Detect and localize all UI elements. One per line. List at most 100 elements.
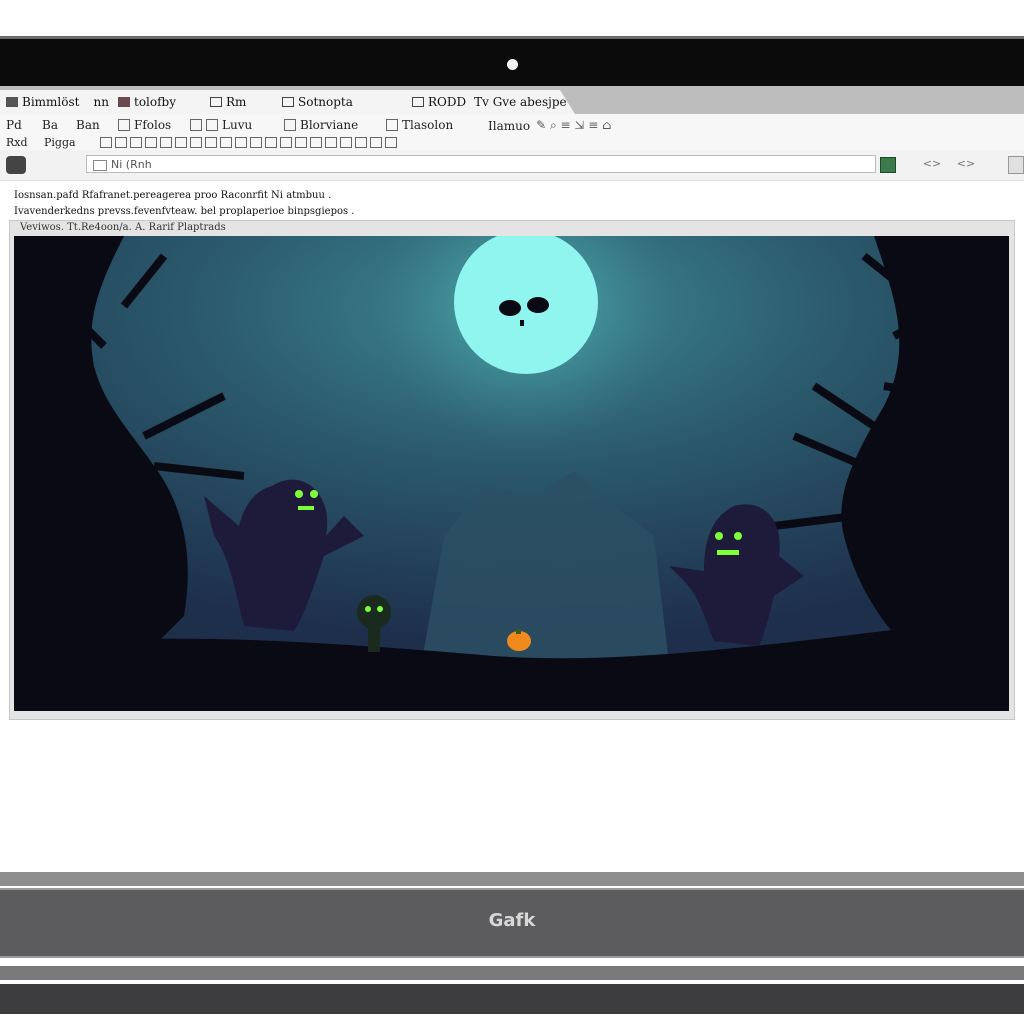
menu-item[interactable]: Ffolos [118, 118, 171, 132]
toolbar-button[interactable]: Pigga [44, 136, 76, 149]
tab-1[interactable]: Bimmlöst nn [6, 93, 109, 111]
tab-strip: Bimmlöst nn tolofby Rm Sotnopta RODD Tv … [0, 86, 1024, 114]
ghoul-mouth [298, 506, 314, 510]
menu-item[interactable]: Luvu [190, 118, 252, 132]
address-bar: Ni (Rnh <> <> [0, 150, 1024, 181]
toolbar-icon [325, 137, 337, 148]
moon [454, 236, 598, 374]
save-icon[interactable] [880, 157, 896, 173]
base-edge [0, 966, 1024, 980]
brand-logo: Gafk [488, 910, 536, 931]
menu-item-label: Blorviane [300, 118, 359, 132]
toolbar-icon [280, 137, 292, 148]
ghoul-eye [295, 490, 303, 498]
nav-arrows-icon[interactable]: <> [954, 158, 978, 170]
tab-favicon-icon [282, 97, 294, 107]
toolbar-icon [250, 137, 262, 148]
small-ghoul-body [368, 628, 380, 652]
menu-item-label: Luvu [222, 118, 253, 132]
toolbar-icon [310, 137, 322, 148]
game-scene-image[interactable] [14, 236, 1009, 711]
toolbar-icon [355, 137, 367, 148]
webcam-icon [507, 59, 518, 70]
toolbar-icon [370, 137, 382, 148]
toolbar-icon [145, 137, 157, 148]
tab-label: Sotnopta [298, 95, 353, 109]
ghoul-eye [734, 532, 742, 540]
menu-item[interactable]: Ban [76, 118, 100, 132]
url-input[interactable]: Ni (Rnh [86, 155, 876, 173]
ghoul-eye [377, 606, 383, 612]
toolbar-icon [205, 137, 217, 148]
ghoul-eye [715, 532, 723, 540]
page-text-line: Iosnsan.pafd Rfafranet.pereagerea proo R… [14, 190, 332, 201]
base-edge [0, 984, 1024, 1014]
tab-favicon-icon [210, 97, 222, 107]
tab-label: Bimmlöst [22, 95, 80, 109]
tab-4[interactable]: Sotnopta [282, 93, 353, 111]
toolbar-icon [100, 137, 112, 148]
tab-label-extra: Tv Gve abesjpe [474, 95, 567, 109]
menu-item[interactable]: Blorviane [284, 118, 358, 132]
moon-eye [527, 297, 549, 313]
toolbar-icon [235, 137, 247, 148]
toolbar-button[interactable]: Rxd [6, 136, 28, 149]
tab-label-extra: nn [93, 95, 109, 109]
tab-favicon-icon [412, 97, 424, 107]
laptop-base: Gafk [0, 872, 1024, 1024]
tab-5[interactable]: RODD Tv Gve abesjpe [412, 93, 567, 111]
nav-arrows-icon[interactable]: <> [920, 158, 944, 170]
back-button[interactable] [6, 156, 26, 174]
menu-icon [118, 119, 130, 131]
menu-icon [206, 119, 218, 131]
menu-bar: Pd Ba Ban Ffolos Luvu Blorviane Tlasolon… [0, 114, 1024, 137]
browser-window: Bimmlöst nn tolofby Rm Sotnopta RODD Tv … [0, 86, 1024, 872]
menu-item-label: Tlasolon [402, 118, 454, 132]
tab-3[interactable]: Rm [210, 93, 246, 111]
toolbar-icon-group[interactable] [100, 137, 400, 148]
tab-label: Rm [226, 95, 247, 109]
ghoul-eye [310, 490, 318, 498]
menu-item-label: Ffolos [134, 118, 172, 132]
base-edge [0, 872, 1024, 886]
toolbar-label: Pigga [44, 136, 76, 149]
moon-mouth [520, 320, 524, 326]
menu-item[interactable]: Tlasolon [386, 118, 453, 132]
toolbar-label: Rxd [6, 136, 28, 149]
pumpkin-stem [516, 629, 521, 634]
menu-item[interactable]: Pd [6, 118, 22, 132]
menu-icon [284, 119, 296, 131]
ghoul-mouth [717, 550, 739, 555]
toolbar-icon [130, 137, 142, 148]
frame-caption: Veviwos. Tt.Re4oon/a. A. Rarif Plaptrads [20, 222, 226, 233]
format-icons: ✎ ⌕ ≡ ⇲ ≡ ⌂ [536, 118, 612, 132]
menu-item-label: Pd [6, 118, 22, 132]
toolbar: Rxd Pigga [0, 136, 1024, 150]
toolbar-icon [385, 137, 397, 148]
toolbar-icon [160, 137, 172, 148]
toolbar-icon [115, 137, 127, 148]
toolbar-icon [340, 137, 352, 148]
menu-item-label: Ban [76, 118, 100, 132]
tab-label: RODD [428, 95, 467, 109]
toolbar-icon [220, 137, 232, 148]
page-text-line: Ivavenderkedns prevss.fevenfvteaw. bel p… [14, 206, 355, 217]
tab-2[interactable]: tolofby [118, 93, 176, 111]
menu-item[interactable]: Ilamuo ✎ ⌕ ≡ ⇲ ≡ ⌂ [488, 118, 611, 133]
menu-icon [386, 119, 398, 131]
ghoul-eye [365, 606, 371, 612]
browser-menu-button[interactable] [1008, 156, 1024, 174]
toolbar-icon [295, 137, 307, 148]
menu-item-label: Ilamuo [488, 118, 531, 133]
menu-item[interactable]: Ba [42, 118, 58, 132]
url-text: Ni (Rnh [111, 158, 152, 171]
base-band: Gafk [0, 888, 1024, 958]
tab-favicon-icon [118, 97, 130, 107]
moon-eye [499, 300, 521, 316]
menu-item-label: Ba [42, 118, 58, 132]
toolbar-icon [265, 137, 277, 148]
small-ghoul-head [357, 595, 391, 629]
toolbar-icon [190, 137, 202, 148]
page-icon [93, 159, 107, 171]
laptop-top-bezel [0, 36, 1024, 89]
